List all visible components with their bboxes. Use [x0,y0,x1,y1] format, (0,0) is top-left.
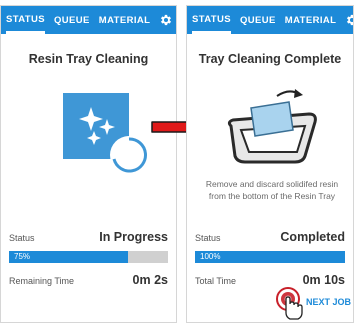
status-value: Completed [280,230,345,244]
gear-icon[interactable] [159,13,173,27]
status-label: Status [195,233,221,243]
time-value: 0m 10s [302,273,345,287]
tab-bar: STATUS QUEUE MATERIAL [1,6,176,34]
time-value: 0m 2s [132,273,168,287]
screen-resin-tray-cleaning: STATUS QUEUE MATERIAL Resin Tray Cleanin… [0,5,177,323]
progress-text: 100% [200,252,221,261]
next-job-button[interactable]: NEXT JOB [276,287,354,320]
tab-status[interactable]: STATUS [6,6,45,34]
status-row: Status Completed [195,230,345,244]
tab-material[interactable]: MATERIAL [285,6,337,34]
status-row: Status In Progress [9,230,168,244]
status-label: Status [9,233,35,243]
tab-queue[interactable]: QUEUE [240,6,276,34]
tab-material[interactable]: MATERIAL [99,6,151,34]
tab-queue[interactable]: QUEUE [54,6,90,34]
gear-icon[interactable] [345,13,353,27]
status-value: In Progress [99,230,168,244]
time-label: Remaining Time [9,276,75,286]
hand-pointer-icon [276,287,303,320]
tab-bar: STATUS QUEUE MATERIAL [187,6,353,34]
next-job-label[interactable]: NEXT JOB [306,297,351,307]
progress-fill: 100% [195,251,345,263]
time-row: Total Time 0m 10s [195,273,345,287]
progress-text: 75% [14,252,31,261]
sparkle-icon [63,93,148,173]
page-title: Resin Tray Cleaning [28,52,149,66]
page-title: Tray Cleaning Complete [198,52,342,66]
progress-bar: 100% [195,251,345,263]
tab-status[interactable]: STATUS [192,6,231,34]
progress-bar: 75% [9,251,168,263]
progress-fill: 75% [9,251,129,263]
time-row: Remaining Time 0m 2s [9,273,168,287]
instruction-text: Remove and discard solidifed resin from … [197,178,347,202]
screen-tray-cleaning-complete: STATUS QUEUE MATERIAL Tray Cleaning Comp… [186,5,354,323]
time-label: Total Time [195,276,237,286]
instruction-line: Remove and discard solidifed resin [205,179,339,189]
instruction-line: from the bottom of the Resin Tray [208,191,336,201]
resin-tray-icon [227,89,317,164]
